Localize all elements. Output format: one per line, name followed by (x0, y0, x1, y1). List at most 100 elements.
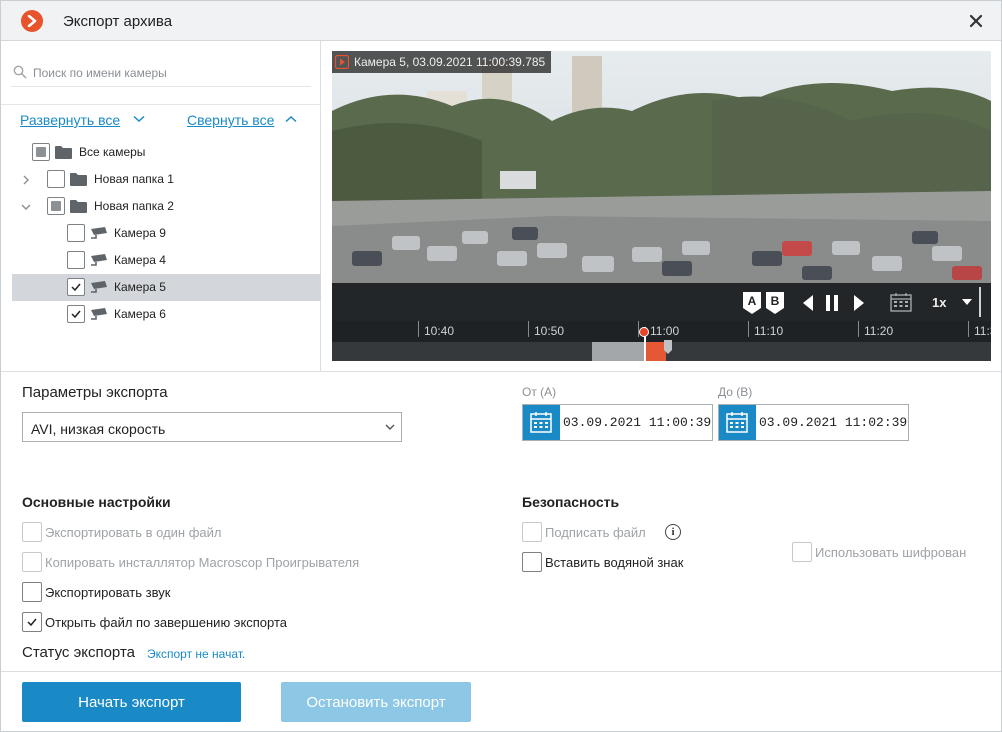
camera-icon (91, 227, 107, 239)
camera-icon (91, 254, 107, 266)
tree-item-camera-4[interactable]: Камера 4 (12, 247, 321, 274)
search-icon (13, 65, 27, 79)
record-icon (335, 55, 349, 69)
chevron-down-icon[interactable] (133, 115, 145, 123)
chevron-down-icon[interactable] (21, 203, 31, 211)
chevron-down-icon[interactable] (962, 299, 972, 306)
video-overlay-text: Камера 5, 03.09.2021 11:00:39.785 (354, 55, 546, 69)
playback-speed[interactable]: 1x (932, 295, 946, 310)
checkmark-icon (27, 618, 37, 627)
tree-item-folder-2[interactable]: Новая папка 2 (12, 193, 321, 220)
video-player[interactable]: Камера 5, 03.09.2021 11:00:39.785 A B 1x… (332, 51, 991, 361)
watermark-checkbox[interactable] (522, 552, 542, 572)
sign-file-checkbox[interactable] (522, 522, 542, 542)
encryption-label: Использовать шифрован (815, 545, 967, 560)
start-export-button[interactable]: Начать экспорт (22, 682, 241, 722)
collapse-all-link[interactable]: Свернуть все (187, 112, 274, 128)
copy-installer-checkbox[interactable] (22, 552, 42, 572)
timeline-label: 10:50 (534, 324, 565, 338)
divider (1, 104, 321, 105)
chevron-up-icon[interactable] (285, 115, 297, 123)
tree-item-label: Новая папка 2 (94, 199, 174, 213)
export-sound-checkbox[interactable] (22, 582, 42, 602)
camera-tree-panel: Развернуть все Свернуть все Все камеры Н… (1, 41, 321, 371)
tree-item-camera-6[interactable]: Камера 6 (12, 301, 321, 328)
sign-file-label: Подписать файл (545, 525, 646, 540)
checkmark-icon (71, 283, 81, 292)
to-label: До (B) (718, 385, 753, 399)
timeline[interactable]: 10:40 10:50 11:00 11:10 11:20 11:3 (332, 321, 991, 361)
expand-all-link[interactable]: Развернуть все (20, 112, 120, 128)
calendar-icon[interactable] (890, 292, 912, 312)
timeline-tick (968, 321, 969, 337)
tree-checkbox[interactable] (67, 224, 85, 242)
tree-checkbox[interactable] (47, 170, 65, 188)
tree-item-camera-5[interactable]: Камера 5 (12, 274, 321, 301)
tree-item-camera-9[interactable]: Камера 9 (12, 220, 321, 247)
timeline-label: 11:20 (864, 324, 894, 338)
tree-checkbox[interactable] (47, 197, 65, 215)
divider (1, 371, 1001, 372)
close-icon[interactable] (966, 11, 986, 31)
open-file-on-finish-checkbox[interactable] (22, 612, 42, 632)
marker-a-button[interactable]: A (742, 291, 762, 315)
timeline-label: 11:00 (650, 324, 680, 338)
window-title: Экспорт архива (63, 13, 173, 30)
export-status-label: Статус экспорта (22, 644, 135, 661)
copy-installer-label: Копировать инсталлятор Macroscop Проигры… (45, 555, 360, 570)
tree-item-label: Камера 6 (114, 307, 166, 321)
macroscop-logo-icon (21, 10, 43, 32)
divider (979, 287, 981, 317)
pause-icon[interactable] (825, 294, 839, 312)
tree-checkbox[interactable] (67, 278, 85, 296)
to-calendar-button[interactable] (719, 405, 756, 440)
marker-a-label: A (748, 294, 757, 308)
from-datetime-field[interactable]: 03.09.2021 11:00:39 (522, 404, 713, 441)
camera-search (11, 59, 311, 87)
format-select[interactable]: AVI, низкая скорость (22, 412, 402, 442)
security-title: Безопасность (522, 494, 620, 510)
video-overlay: Камера 5, 03.09.2021 11:00:39.785 (332, 51, 552, 73)
timeline-label: 11:3 (974, 324, 991, 338)
tree-checkbox[interactable] (67, 305, 85, 323)
encryption-label-clip: Использовать шифрован (815, 545, 973, 563)
main-settings-title: Основные настройки (22, 494, 171, 510)
from-calendar-button[interactable] (523, 405, 560, 440)
timeline-label: 10:40 (424, 324, 455, 338)
dialog-footer: Начать экспорт Остановить экспорт (1, 671, 1001, 731)
tree-checkbox[interactable] (32, 143, 50, 161)
encryption-checkbox[interactable] (792, 542, 812, 562)
info-icon[interactable]: i (665, 524, 681, 540)
timeline-bar[interactable] (332, 340, 991, 361)
playhead-dot[interactable] (639, 327, 649, 337)
export-single-file-checkbox[interactable] (22, 522, 42, 542)
marker-b-label: B (771, 294, 780, 308)
tree-item-folder-1[interactable]: Новая папка 1 (12, 166, 321, 193)
marker-b-handle-icon[interactable] (664, 340, 672, 354)
tree-item-label: Новая папка 1 (94, 172, 174, 186)
tree-checkbox[interactable] (67, 251, 85, 269)
step-forward-icon[interactable] (853, 294, 865, 312)
timeline-tick (528, 321, 529, 337)
export-archive-dialog: Экспорт архива Развернуть все Свернуть в… (0, 0, 1002, 732)
camera-icon (91, 308, 107, 320)
export-params-title: Параметры экспорта (22, 384, 168, 401)
title-bar: Экспорт архива (1, 1, 1001, 41)
stop-export-button[interactable]: Остановить экспорт (281, 682, 471, 722)
step-back-icon[interactable] (802, 294, 814, 312)
marker-b-button[interactable]: B (765, 291, 785, 315)
timeline-tick (418, 321, 419, 337)
from-datetime-value[interactable]: 03.09.2021 11:00:39 (563, 415, 711, 430)
folder-icon (70, 173, 87, 186)
camera-search-input[interactable] (33, 63, 303, 83)
to-datetime-field[interactable]: 03.09.2021 11:02:39 (718, 404, 909, 441)
format-select-value: AVI, низкая скорость (31, 421, 166, 437)
tree-item-all-cameras[interactable]: Все камеры (12, 139, 321, 166)
to-datetime-value[interactable]: 03.09.2021 11:02:39 (759, 415, 907, 430)
open-file-on-finish-label: Открыть файл по завершению экспорта (45, 615, 288, 630)
chevron-right-icon[interactable] (22, 175, 30, 185)
tree-item-label: Все камеры (79, 145, 146, 159)
export-sound-label: Экспортировать звук (45, 585, 171, 600)
timeline-tick (748, 321, 749, 337)
timeline-export-range[interactable] (644, 342, 666, 361)
